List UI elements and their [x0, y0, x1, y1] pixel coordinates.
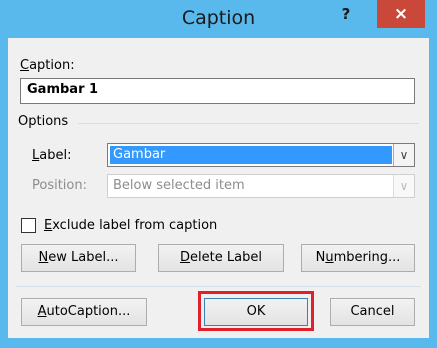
position-select: Below selected item ∨ — [107, 174, 415, 198]
exclude-label-checkbox-label[interactable]: Exclude label from caption — [44, 218, 217, 233]
exclude-label-checkbox[interactable] — [21, 218, 36, 233]
position-select-value: Below selected item — [113, 178, 245, 193]
dialog-content: Caption: Gambar 1 Options Label: Gambar … — [8, 38, 429, 338]
chevron-down-icon[interactable]: ∨ — [393, 144, 414, 166]
new-label-button[interactable]: New Label... — [21, 244, 136, 272]
caption-input[interactable]: Gambar 1 — [20, 78, 415, 104]
title-bar[interactable]: Caption ? × — [0, 0, 437, 38]
label-select-value: Gambar — [110, 146, 392, 164]
numbering-button[interactable]: Numbering... — [301, 244, 415, 272]
label-field-label: Label: — [32, 148, 72, 163]
position-field-label: Position: — [32, 178, 87, 193]
caption-dialog: Caption ? × Caption: Gambar 1 Options La… — [0, 0, 437, 348]
close-button[interactable]: × — [377, 0, 425, 28]
chevron-down-icon: ∨ — [393, 175, 414, 197]
options-divider — [78, 123, 419, 124]
delete-label-button[interactable]: Delete Label — [158, 244, 284, 272]
dialog-title: Caption — [181, 7, 256, 29]
caption-label: Caption: — [20, 58, 75, 73]
label-select[interactable]: Gambar ∨ — [107, 143, 415, 167]
button-divider — [16, 286, 421, 287]
help-button[interactable]: ? — [333, 2, 359, 26]
autocaption-button[interactable]: AutoCaption... — [21, 298, 147, 326]
cancel-button[interactable]: Cancel — [330, 298, 415, 326]
ok-button[interactable]: OK — [204, 298, 308, 326]
options-group-title: Options — [18, 114, 69, 129]
